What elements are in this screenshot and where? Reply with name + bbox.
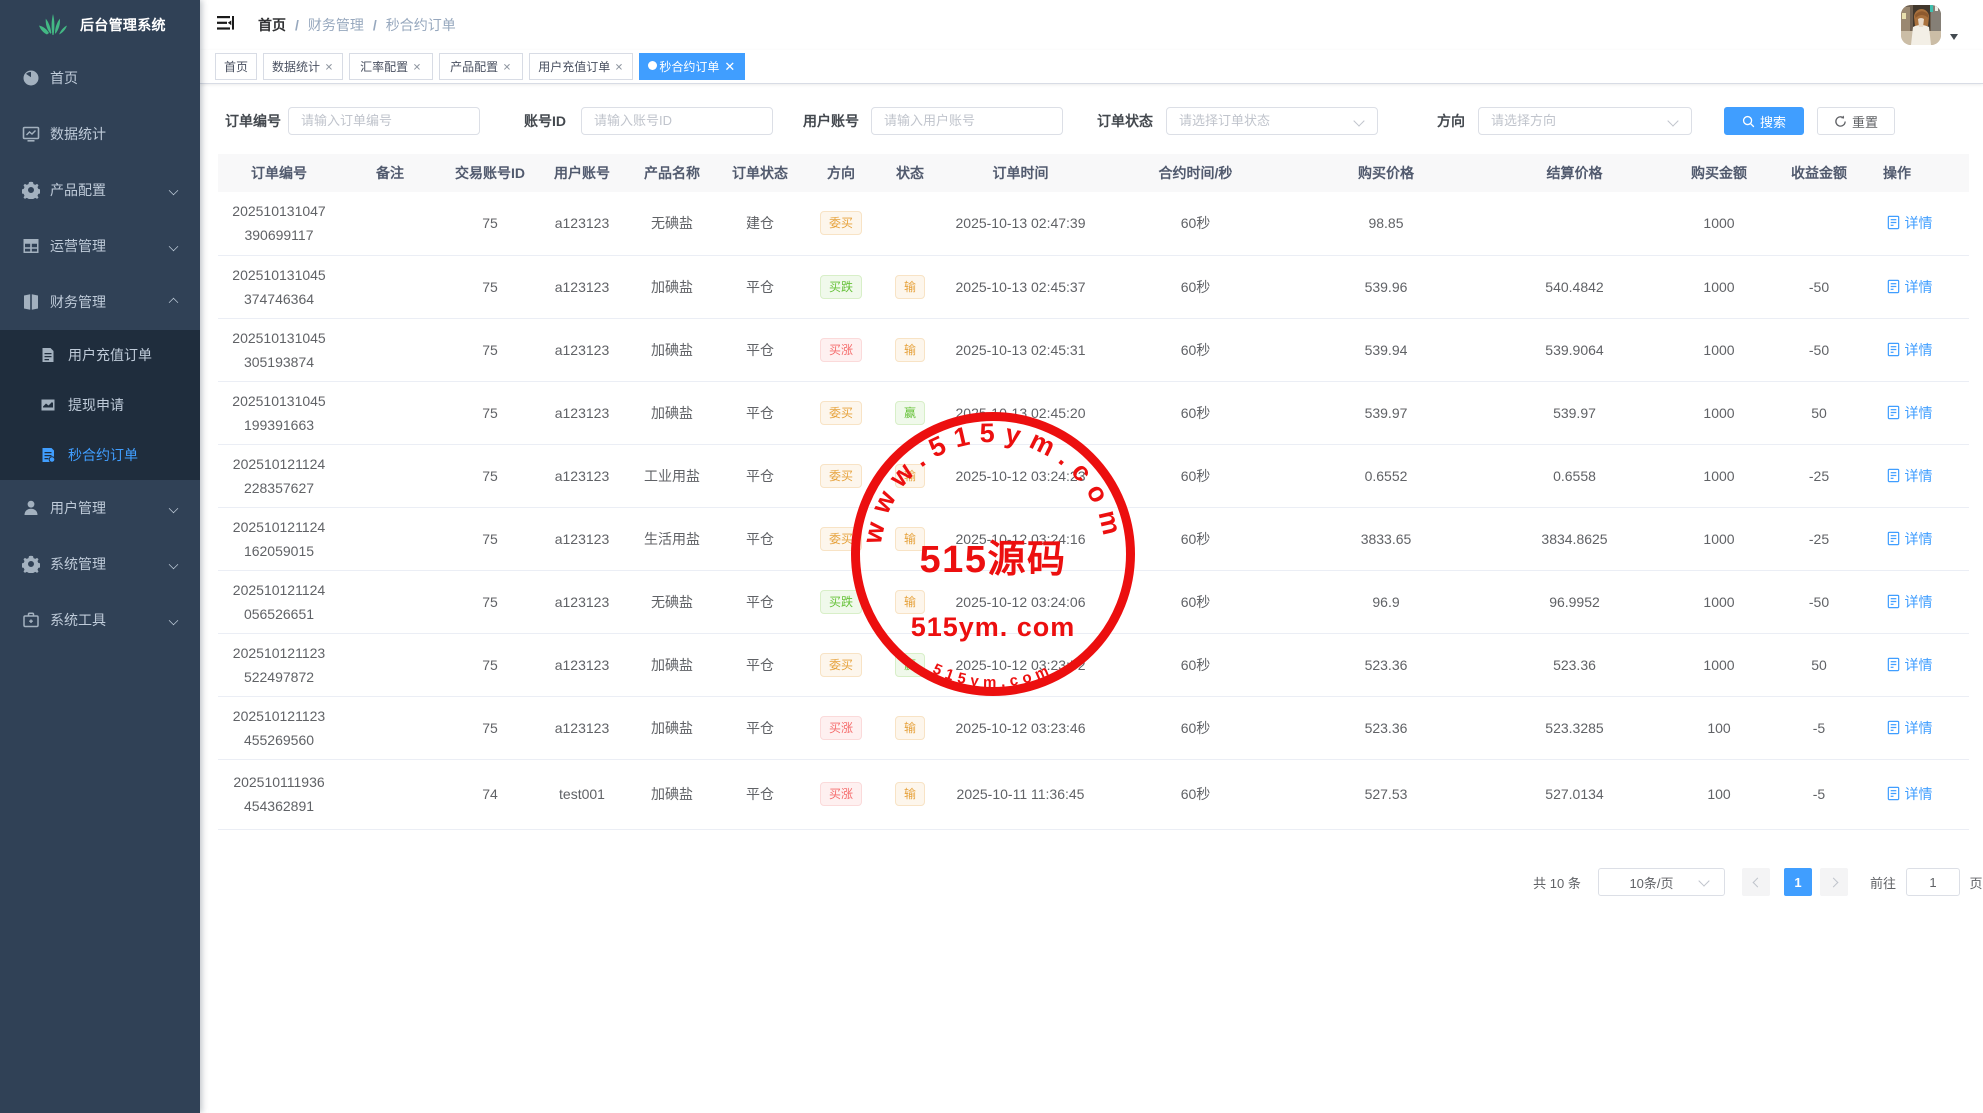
svg-text:515源码: 515源码	[920, 539, 1067, 581]
svg-text:www.515ym.com: www.515ym.com	[857, 418, 1130, 547]
svg-text:515ym. com: 515ym. com	[911, 612, 1076, 642]
